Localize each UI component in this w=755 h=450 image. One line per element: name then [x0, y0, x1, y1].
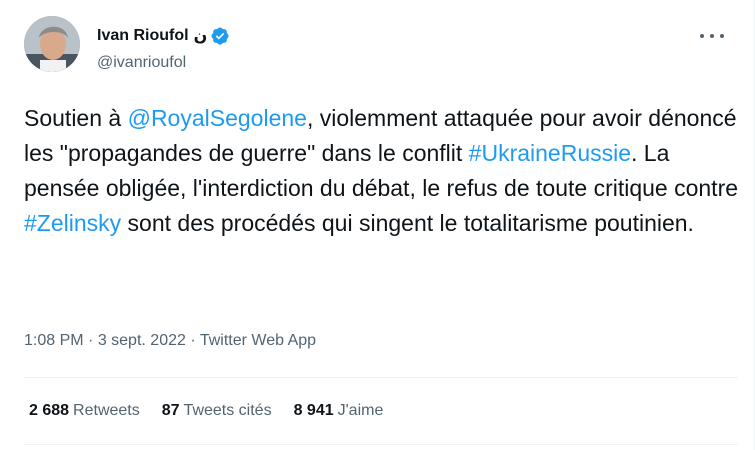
avatar[interactable] [24, 16, 80, 72]
likes-label: J'aime [337, 402, 384, 419]
author-display-name[interactable]: Ivan Rioufol [97, 27, 189, 45]
engagement-stats: 2 688 Retweets 87 Tweets cités 8 941 J'aime [29, 402, 405, 420]
retweets-label: Retweets [73, 402, 140, 419]
divider [24, 377, 738, 378]
author-handle[interactable]: @ivanrioufol [97, 54, 186, 72]
tweet-text-segment: Soutien à [24, 105, 128, 131]
more-options-icon[interactable] [700, 30, 724, 42]
tweet-card: Ivan Rioufol ن @ivanrioufol Soutien à @R… [0, 0, 755, 450]
quote-tweets-stat[interactable]: 87 Tweets cités [162, 402, 272, 420]
tweet-text: Soutien à @RoyalSegolene, violemment att… [24, 101, 739, 241]
retweets-stat[interactable]: 2 688 Retweets [29, 402, 140, 420]
quotes-label: Tweets cités [183, 402, 272, 419]
profile-photo-icon [24, 16, 80, 72]
hashtag-zelinsky-link[interactable]: #Zelinsky [24, 210, 121, 236]
verified-badge-icon [210, 26, 230, 46]
likes-count: 8 941 [293, 402, 334, 419]
retweets-count: 2 688 [29, 402, 70, 419]
divider [24, 444, 738, 445]
likes-stat[interactable]: 8 941 J'aime [294, 402, 384, 420]
hashtag-ukrainerussie-link[interactable]: #UkraineRussie [469, 140, 631, 166]
tweet-time[interactable]: 1:08 PM [24, 332, 84, 349]
tweet-date[interactable]: 3 sept. 2022 [98, 332, 186, 349]
tweet-text-segment: sont des procédés qui singent le totalit… [121, 210, 694, 236]
tweet-metadata: 1:08 PM · 3 sept. 2022 · Twitter Web App [24, 332, 316, 350]
author-name-row[interactable]: Ivan Rioufol ن [97, 26, 230, 46]
quotes-count: 87 [161, 402, 180, 419]
meta-separator: · [185, 332, 200, 349]
mention-royalsegolene-link[interactable]: @RoyalSegolene [128, 105, 307, 131]
author-name-suffix: ن [193, 28, 208, 45]
meta-separator: · [83, 332, 98, 349]
tweet-source[interactable]: Twitter Web App [200, 332, 316, 349]
